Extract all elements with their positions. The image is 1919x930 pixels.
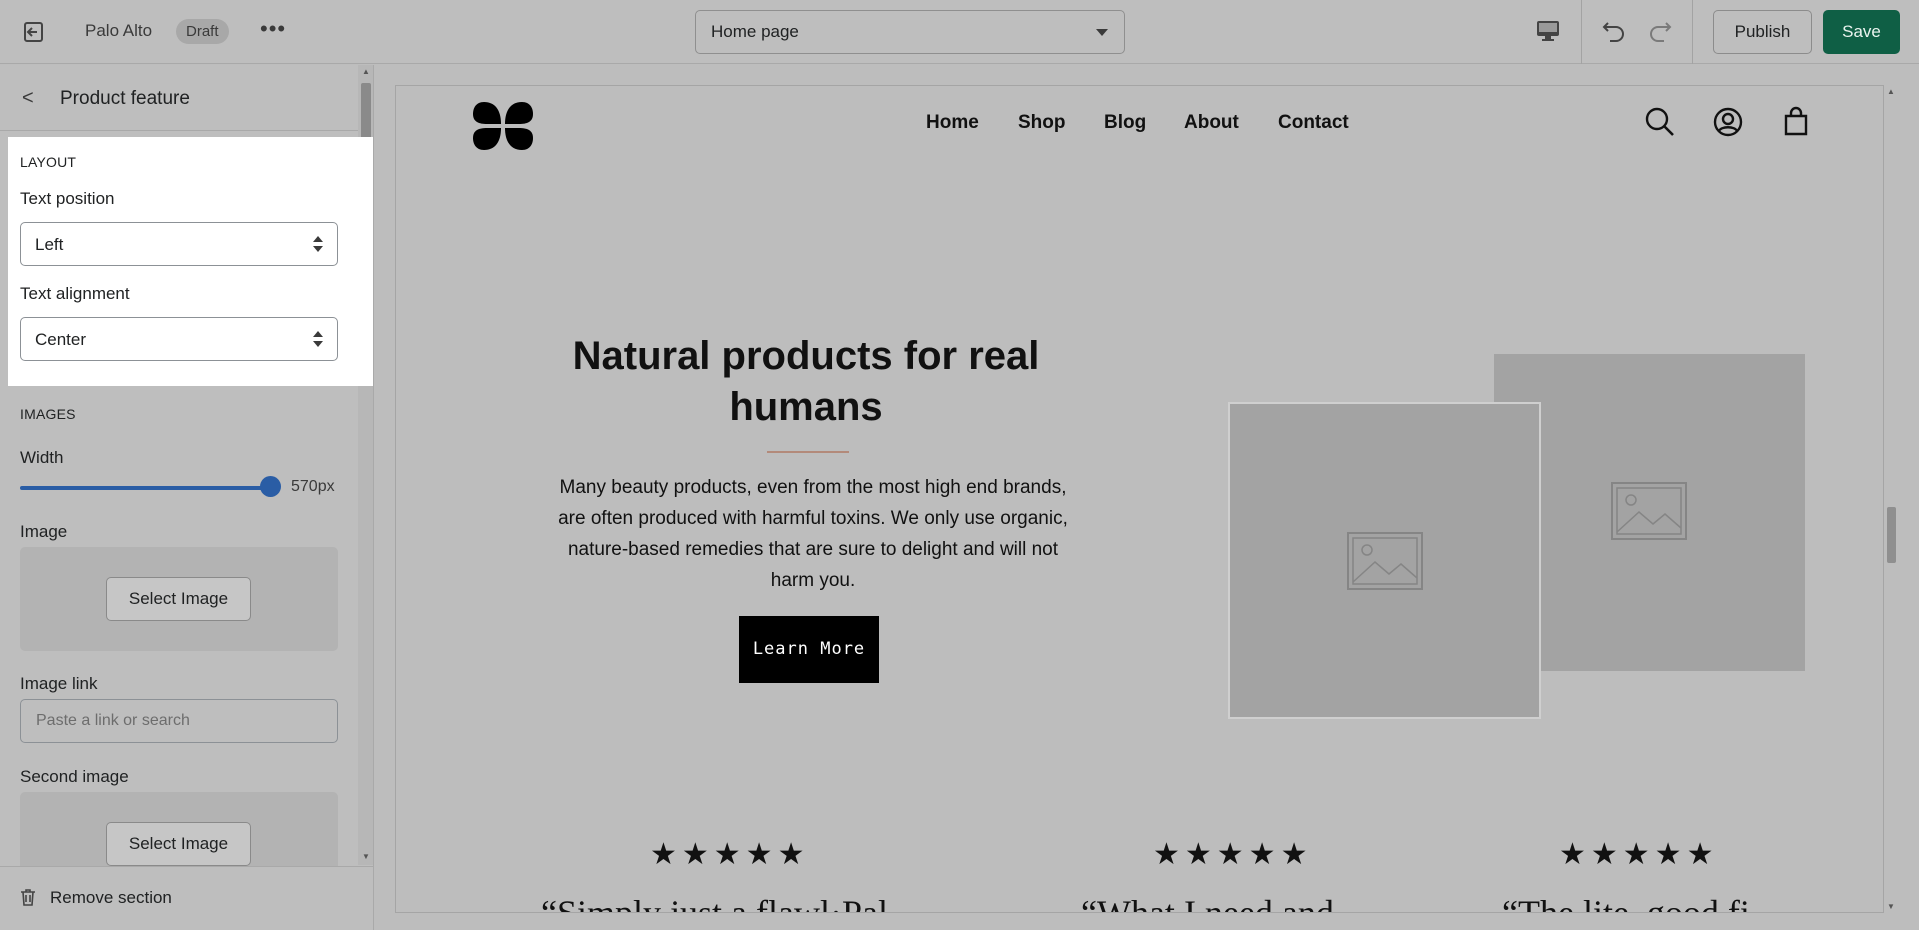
learn-more-button[interactable]: Learn More	[739, 616, 879, 683]
page-select-value: Home page	[711, 22, 799, 41]
nav-home[interactable]: Home	[926, 112, 979, 134]
select-arrows-icon	[313, 236, 323, 254]
images-heading: IMAGES	[20, 406, 76, 422]
toolbar-divider	[1581, 0, 1582, 64]
image-placeholder-icon	[1611, 482, 1687, 540]
select-image-button[interactable]: Select Image	[106, 577, 251, 621]
width-label: Width	[20, 448, 64, 467]
scrollbar-thumb[interactable]	[1887, 507, 1896, 563]
more-actions-button[interactable]: •••	[260, 16, 286, 42]
scroll-up-icon[interactable]: ▲	[1887, 87, 1895, 96]
back-chevron-icon[interactable]: <	[22, 87, 34, 110]
second-image-label: Second image	[20, 767, 129, 786]
nav-contact[interactable]: Contact	[1278, 112, 1349, 134]
first-image-placeholder[interactable]	[1228, 402, 1541, 719]
rating-stars: ★★★★★	[650, 838, 810, 871]
nav-shop[interactable]: Shop	[1018, 112, 1066, 134]
select-second-image-button[interactable]: Select Image	[106, 822, 251, 866]
width-slider-track[interactable]	[20, 486, 270, 490]
status-badge: Draft	[176, 19, 229, 44]
sidebar-footer: Remove section	[0, 866, 373, 930]
testimonial-quote: “The lite, good fi	[1502, 893, 1750, 913]
toolbar-divider	[1692, 0, 1693, 64]
scroll-down-icon[interactable]: ▼	[362, 852, 370, 861]
rating-stars: ★★★★★	[1559, 838, 1719, 871]
store-name: Palo Alto	[85, 21, 153, 40]
redo-icon[interactable]	[1646, 17, 1674, 45]
image-label: Image	[20, 522, 68, 541]
nav-blog[interactable]: Blog	[1104, 112, 1146, 134]
rating-stars: ★★★★★	[1153, 838, 1313, 871]
select-arrows-icon	[313, 331, 323, 349]
nav-about[interactable]: About	[1184, 112, 1239, 134]
desktop-view-icon[interactable]	[1535, 18, 1561, 44]
text-position-label: Text position	[20, 189, 115, 208]
account-icon[interactable]	[1712, 106, 1744, 138]
scroll-down-icon[interactable]: ▼	[1887, 902, 1895, 911]
search-icon[interactable]	[1644, 106, 1676, 138]
save-button[interactable]: Save	[1823, 10, 1900, 54]
remove-section-button[interactable]: Remove section	[50, 888, 172, 908]
layout-section: LAYOUT Text position Left Text alignment…	[8, 137, 373, 386]
store-logo[interactable]	[471, 100, 535, 152]
text-alignment-value: Center	[35, 330, 87, 349]
store-preview: Home Shop Blog About Contact Natural pro…	[395, 85, 1884, 913]
trash-icon[interactable]	[18, 887, 38, 907]
text-position-value: Left	[35, 235, 64, 254]
settings-sidebar: < Product feature ▲ ▼ LAYOUT Text positi…	[0, 65, 374, 930]
testimonial-quote: “Simply just a flawl·Pal	[541, 893, 888, 913]
chevron-down-icon	[1096, 29, 1108, 36]
preview-scrollbar[interactable]: ▲ ▼	[1884, 85, 1898, 913]
text-alignment-label: Text alignment	[20, 284, 130, 303]
image-picker: Select Image	[20, 547, 338, 651]
layout-heading: LAYOUT	[20, 154, 77, 170]
top-bar: Palo Alto Draft ••• Home page Publish Sa…	[0, 0, 1919, 64]
sidebar-header: < Product feature	[0, 65, 358, 131]
testimonial-quote: “What I need and	[1081, 893, 1334, 913]
image-link-field[interactable]	[20, 699, 338, 743]
image-placeholder-icon	[1347, 532, 1423, 590]
scroll-up-icon[interactable]: ▲	[362, 67, 370, 76]
exit-icon[interactable]	[22, 20, 46, 44]
width-value: 570px	[291, 478, 335, 495]
sidebar-title: Product feature	[60, 88, 190, 109]
image-link-label: Image link	[20, 674, 98, 693]
hero-title: Natural products for real humans	[572, 334, 1040, 429]
title-divider	[767, 451, 849, 453]
text-alignment-select[interactable]: Center	[20, 317, 338, 361]
image-link-input[interactable]	[21, 700, 337, 742]
width-slider-handle[interactable]	[260, 476, 281, 497]
page-select[interactable]: Home page	[695, 10, 1125, 54]
hero-description: Many beauty products, even from the most…	[558, 477, 1068, 591]
cart-icon[interactable]	[1780, 106, 1812, 138]
publish-button[interactable]: Publish	[1713, 10, 1812, 54]
undo-icon[interactable]	[1600, 17, 1628, 45]
text-position-select[interactable]: Left	[20, 222, 338, 266]
